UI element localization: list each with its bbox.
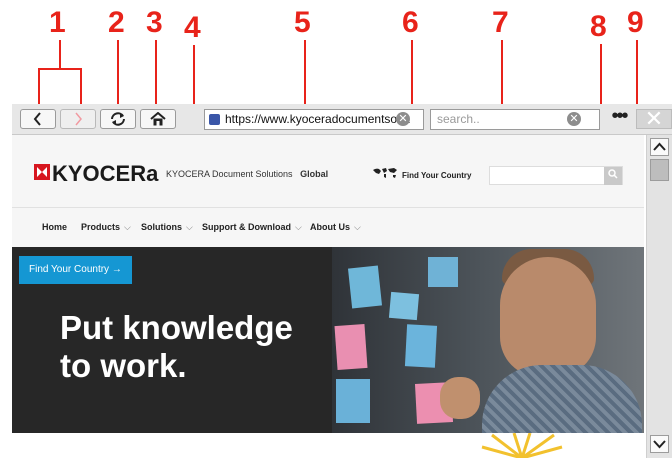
leader-line-1-bar [38, 68, 82, 70]
callout-9: 9 [627, 6, 644, 39]
back-button[interactable] [20, 109, 56, 129]
nav-products[interactable]: Products ⌵ [81, 222, 131, 233]
scroll-down-button[interactable] [650, 435, 669, 453]
callout-8: 8 [590, 10, 607, 43]
scroll-up-button[interactable] [650, 138, 669, 156]
leader-line-7 [501, 40, 503, 112]
nav-support-download-label: Support & Download [202, 222, 291, 232]
nav-support-download[interactable]: Support & Download ⌵ [202, 222, 302, 233]
site-search-button[interactable] [604, 167, 622, 185]
callout-5: 5 [294, 6, 311, 39]
sticky-note [347, 265, 383, 309]
search-icon [608, 169, 618, 179]
sticky-note [388, 291, 420, 321]
url-text: https://www.kyoceradocumentsolut [225, 112, 410, 126]
nav-products-label: Products [81, 222, 121, 232]
hero-photo [332, 247, 644, 433]
nav-about-us-label: About Us [310, 222, 350, 232]
callout-7: 7 [492, 6, 509, 39]
leader-line-1 [59, 40, 61, 68]
sticky-note [334, 324, 368, 370]
chevron-up-icon [653, 142, 666, 151]
leader-line-1-left [38, 68, 40, 108]
lock-icon [209, 114, 220, 125]
tagline-suffix: Global [300, 169, 329, 179]
search-placeholder: search.. [437, 112, 480, 126]
world-map-icon [373, 168, 397, 178]
chevron-right-icon [75, 112, 82, 126]
callout-4: 4 [184, 11, 201, 44]
hero-headline-line-1: Put knowledge [60, 309, 293, 346]
chevron-down-icon: ⌵ [186, 222, 193, 232]
find-your-country-link[interactable]: Find Your Country [402, 171, 471, 180]
web-page-viewport[interactable]: KYOCERa KYOCERA Document Solutions Globa… [12, 135, 644, 458]
home-button[interactable] [140, 109, 176, 129]
scroll-thumb[interactable] [650, 159, 669, 181]
close-icon: ✕ [644, 106, 664, 131]
home-icon [150, 112, 166, 126]
forward-button[interactable] [60, 109, 96, 129]
sticky-note [428, 257, 458, 287]
leader-line-9 [636, 40, 638, 112]
page-content-area [12, 433, 644, 458]
browser-toolbar: https://www.kyoceradocumentsolut ✕ searc… [12, 104, 672, 135]
leader-line-4 [193, 45, 195, 112]
chevron-down-icon: ⌵ [124, 222, 131, 232]
chevron-down-icon: ⌵ [354, 222, 361, 232]
close-button[interactable]: ✕ [636, 106, 672, 131]
site-tagline: KYOCERA Document Solutions Global [166, 169, 328, 179]
refresh-icon [111, 112, 125, 126]
more-menu-button[interactable]: ••• [606, 106, 632, 130]
search-clear-button[interactable]: ✕ [567, 112, 581, 126]
nav-solutions-label: Solutions [141, 222, 182, 232]
more-icon: ••• [611, 105, 628, 127]
leader-line-1-right [80, 68, 82, 108]
site-search-input[interactable] [489, 166, 623, 185]
kyocera-logo-icon [34, 164, 50, 180]
leader-line-8 [600, 44, 602, 110]
callout-6: 6 [402, 6, 419, 39]
tagline-prefix: KYOCERA Document Solutions [166, 169, 293, 179]
nav-solutions[interactable]: Solutions ⌵ [141, 222, 193, 233]
hero-banner: Find Your Country → Put knowledge to wor… [12, 247, 644, 433]
url-clear-button[interactable]: ✕ [396, 112, 410, 126]
site-nav: Home Products ⌵ Solutions ⌵ Support & Down… [12, 215, 644, 245]
hero-find-country-button[interactable]: Find Your Country → [19, 256, 132, 284]
vertical-scrollbar[interactable] [646, 135, 672, 458]
person-face [500, 257, 596, 377]
site-header: KYOCERa KYOCERA Document Solutions Globa… [12, 135, 644, 208]
kyocera-logo-text[interactable]: KYOCERa [52, 161, 158, 187]
nav-home-label: Home [42, 222, 68, 232]
leader-line-3 [155, 40, 157, 108]
url-field[interactable]: https://www.kyoceradocumentsolut [204, 109, 424, 130]
chevron-down-icon [653, 440, 666, 449]
chevron-down-icon: ⌵ [295, 222, 302, 232]
hero-headline-line-2: to work. [60, 347, 187, 384]
sticky-note [404, 324, 438, 368]
chevron-left-icon [33, 112, 41, 126]
person-hand [440, 377, 480, 419]
hero-headline: Put knowledge to work. [60, 309, 293, 385]
nav-home[interactable]: Home [42, 222, 67, 232]
nav-about-us[interactable]: About Us ⌵ [310, 222, 361, 233]
callout-1: 1 [49, 6, 66, 39]
callout-2: 2 [108, 6, 125, 39]
refresh-button[interactable] [100, 109, 136, 129]
leader-line-2 [117, 40, 119, 108]
leader-line-5 [304, 40, 306, 112]
sunburst-graphic [481, 433, 563, 458]
callout-3: 3 [146, 6, 163, 39]
person-shirt [482, 365, 642, 433]
sticky-note [336, 379, 370, 423]
